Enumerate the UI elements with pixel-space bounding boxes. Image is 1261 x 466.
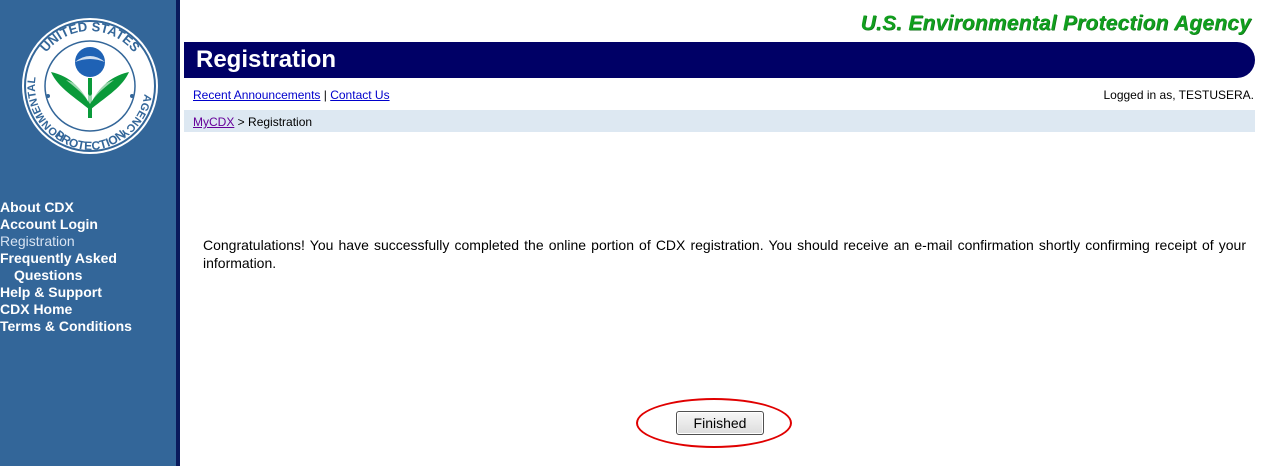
links-separator: | xyxy=(320,88,331,102)
logged-in-status: Logged in as, TESTUSERA. xyxy=(1103,88,1254,102)
confirmation-message: Congratulations! You have successfully c… xyxy=(203,237,1246,271)
nav-help-support[interactable]: Help & Support xyxy=(0,284,132,301)
title-banner: Registration xyxy=(184,42,1255,78)
finished-button[interactable]: Finished xyxy=(676,411,764,435)
nav-faq[interactable]: Frequently Asked Questions xyxy=(0,250,132,284)
recent-announcements-link[interactable]: Recent Announcements xyxy=(193,88,320,102)
nav-cdx-home[interactable]: CDX Home xyxy=(0,301,132,318)
sidebar-nav: About CDX Account Login Registration Fre… xyxy=(0,199,132,335)
breadcrumb-separator: > xyxy=(234,115,249,129)
epa-seal-logo[interactable]: UNITED STATES ENVIRONMENTAL AGENCY PROTE… xyxy=(18,0,160,170)
contact-us-link[interactable]: Contact Us xyxy=(330,88,389,102)
nav-faq-line2: Questions xyxy=(14,267,83,283)
page-title: Registration xyxy=(196,46,337,73)
breadcrumb-mycdx-link[interactable]: MyCDX xyxy=(193,115,234,129)
breadcrumb-bar: MyCDX > Registration xyxy=(184,110,1255,132)
nav-about-cdx[interactable]: About CDX xyxy=(0,199,132,216)
breadcrumb: MyCDX > Registration xyxy=(193,115,312,129)
sidebar: UNITED STATES ENVIRONMENTAL AGENCY PROTE… xyxy=(0,0,180,466)
seal-sun-icon xyxy=(75,47,105,77)
breadcrumb-current: Registration xyxy=(248,115,313,129)
agency-title: U.S. Environmental Protection Agency xyxy=(860,12,1251,35)
top-links: Recent Announcements | Contact Us xyxy=(193,88,390,102)
nav-account-login[interactable]: Account Login xyxy=(0,216,132,233)
nav-terms-conditions[interactable]: Terms & Conditions xyxy=(0,318,132,335)
nav-faq-line1: Frequently Asked xyxy=(0,250,117,266)
nav-registration[interactable]: Registration xyxy=(0,233,132,250)
